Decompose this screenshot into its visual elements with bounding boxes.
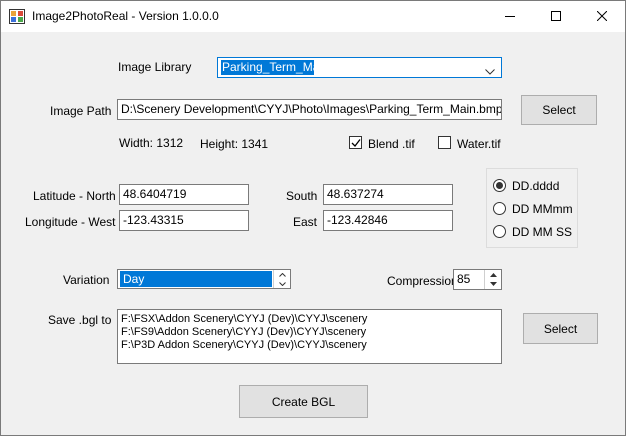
east-input[interactable]: -123.42846 — [323, 210, 453, 231]
image-library-value: Parking_Term_Main — [221, 60, 329, 75]
latitude-north-label: Latitude - North — [33, 189, 116, 203]
variation-spinner[interactable]: Day — [117, 269, 291, 289]
variation-label: Variation — [63, 273, 110, 287]
app-icon — [9, 9, 25, 24]
compression-spinner[interactable]: 85 — [453, 269, 502, 290]
variation-value: Day — [120, 271, 272, 287]
save-path-select-button[interactable]: Select — [523, 313, 598, 344]
water-tif-checkbox[interactable] — [438, 136, 451, 149]
chevron-down-icon[interactable] — [485, 64, 495, 78]
close-icon — [596, 10, 608, 24]
image-path-select-button[interactable]: Select — [521, 95, 597, 125]
format-label-dd-dddd[interactable]: DD.dddd — [512, 179, 559, 193]
image-path-input[interactable]: D:\Scenery Development\CYYJ\Photo\Images… — [117, 99, 502, 120]
app-window: Image2PhotoReal - Version 1.0.0.0 Image … — [0, 0, 626, 436]
chevron-up-icon[interactable] — [274, 270, 290, 279]
maximize-button[interactable] — [533, 1, 579, 32]
close-button[interactable] — [579, 1, 625, 32]
compression-label: Compression — [387, 274, 458, 288]
list-item[interactable]: F:\P3D Addon Scenery\CYYJ (Dev)\CYYJ\sce… — [121, 339, 498, 352]
east-label: East — [293, 215, 318, 229]
coordinate-format-group: DD.dddd DD MMmm DD MM SS — [486, 168, 578, 248]
save-bgl-label: Save .bgl to — [48, 313, 112, 327]
blend-tif-checkbox[interactable] — [349, 136, 362, 149]
save-paths-list[interactable]: F:\FSX\Addon Scenery\CYYJ (Dev)\CYYJ\sce… — [117, 309, 502, 364]
chevron-up-icon[interactable] — [485, 270, 501, 279]
water-tif-label[interactable]: Water.tif — [457, 137, 501, 151]
compression-value: 85 — [457, 272, 471, 286]
window-title: Image2PhotoReal - Version 1.0.0.0 — [32, 9, 219, 23]
maximize-icon — [551, 10, 561, 24]
longitude-west-input[interactable]: -123.43315 — [119, 210, 249, 231]
list-item[interactable]: F:\FS9\Addon Scenery\CYYJ (Dev)\CYYJ\sce… — [121, 326, 498, 339]
chevron-down-icon[interactable] — [274, 279, 290, 288]
latitude-north-input[interactable]: 48.6404719 — [119, 184, 249, 205]
image-width-text: Width: 1312 — [119, 136, 184, 150]
blend-tif-label[interactable]: Blend .tif — [368, 137, 415, 151]
south-input[interactable]: 48.637274 — [323, 184, 453, 205]
variation-updown[interactable] — [273, 270, 290, 288]
south-label: South — [286, 189, 318, 203]
minimize-icon — [505, 10, 515, 24]
format-radio-dd-mmmm[interactable] — [493, 202, 506, 215]
list-item[interactable]: F:\FSX\Addon Scenery\CYYJ (Dev)\CYYJ\sce… — [121, 313, 498, 326]
format-radio-dd-mm-ss[interactable] — [493, 225, 506, 238]
format-label-dd-mmmm[interactable]: DD MMmm — [512, 202, 573, 216]
checkmark-icon — [351, 139, 361, 147]
format-label-dd-mm-ss[interactable]: DD MM SS — [512, 225, 572, 239]
title-bar[interactable]: Image2PhotoReal - Version 1.0.0.0 — [1, 1, 625, 32]
compression-updown[interactable] — [484, 270, 501, 289]
format-radio-dd-dddd[interactable] — [493, 179, 506, 192]
image-height-text: Height: 1341 — [200, 137, 269, 151]
image-path-label: Image Path — [50, 104, 112, 118]
chevron-down-icon[interactable] — [485, 279, 501, 288]
image-library-label: Image Library — [118, 60, 192, 74]
radio-selected-dot — [496, 182, 503, 189]
minimize-button[interactable] — [487, 1, 533, 32]
image-library-combobox[interactable]: Parking_Term_Main — [217, 57, 502, 78]
create-bgl-button[interactable]: Create BGL — [239, 385, 368, 418]
longitude-west-label: Longitude - West — [25, 215, 116, 229]
